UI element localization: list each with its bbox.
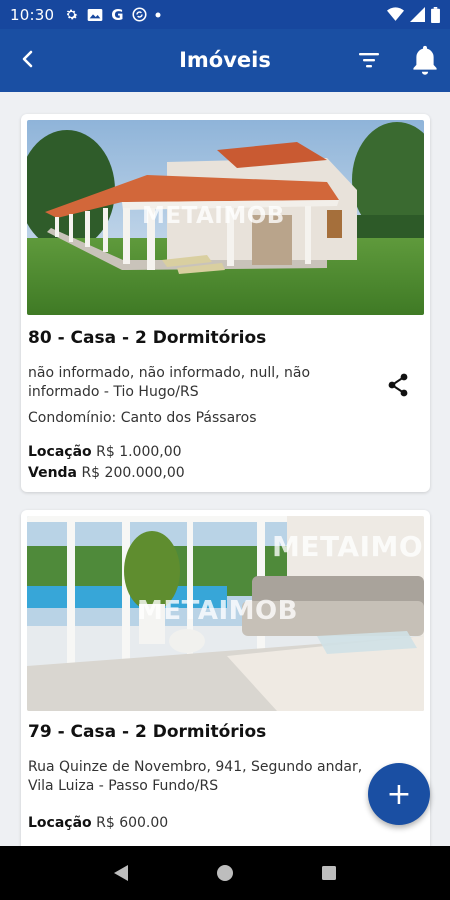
settings-gear-icon — [66, 9, 78, 20]
watermark-logo: METAIMOB — [272, 530, 424, 563]
signal-icon — [410, 7, 425, 22]
watermark-logo: METAIMOB — [137, 596, 298, 626]
system-navigation-bar — [0, 846, 450, 900]
status-bar: 10:30 G — [0, 0, 450, 29]
status-notification-icons: G — [64, 5, 161, 24]
listing-address: Rua Quinze de Novembro, 941, Segundo and… — [28, 759, 363, 794]
add-listing-button[interactable]: + — [368, 763, 430, 825]
app-bar: Imóveis — [0, 29, 450, 92]
sync-icon — [132, 7, 147, 22]
nav-home-icon[interactable] — [216, 864, 234, 882]
status-system-icons — [387, 6, 440, 23]
filter-button[interactable] — [352, 43, 386, 77]
rent-label: Locação — [28, 444, 92, 460]
watermark-logo: METAIMOB — [142, 203, 285, 229]
nav-recents-icon[interactable] — [321, 865, 337, 881]
sale-price: Venda R$ 200.000,00 — [28, 465, 185, 481]
sale-label: Venda — [28, 465, 77, 481]
property-photo[interactable]: METAIMOB METAIMOB — [27, 516, 424, 711]
listings-list[interactable]: METAIMOB 80 - Casa - 2 Dormitórios não i… — [0, 92, 450, 846]
wifi-icon — [387, 7, 404, 21]
filter-icon — [359, 53, 379, 68]
sale-value: R$ 200.000,00 — [81, 465, 185, 481]
share-icon — [388, 373, 408, 397]
google-icon: G — [111, 5, 124, 24]
add-icon: + — [386, 776, 412, 812]
rent-value: R$ 600.00 — [96, 815, 169, 831]
rent-value: R$ 1.000,00 — [96, 444, 182, 460]
image-icon — [87, 8, 103, 21]
share-button[interactable] — [381, 368, 415, 402]
battery-icon — [431, 6, 440, 23]
rent-price: Locação R$ 600.00 — [28, 815, 168, 831]
rent-label: Locação — [28, 815, 92, 831]
listing-title: 80 - Casa - 2 Dormitórios — [28, 328, 267, 348]
listing-card[interactable]: METAIMOB 80 - Casa - 2 Dormitórios não i… — [21, 114, 430, 492]
listing-address: não informado, não informado, null, não … — [28, 365, 311, 400]
status-time: 10:30 — [10, 5, 55, 24]
bell-icon — [413, 45, 437, 75]
listing-condominium: Condomínio: Canto dos Pássaros — [28, 410, 257, 426]
rent-price: Locação R$ 1.000,00 — [28, 444, 182, 460]
property-photo[interactable]: METAIMOB — [27, 120, 424, 315]
listing-title: 79 - Casa - 2 Dormitórios — [28, 722, 267, 742]
nav-back-icon[interactable] — [113, 864, 129, 882]
dot-icon — [155, 12, 161, 17]
notifications-button[interactable] — [404, 39, 446, 81]
